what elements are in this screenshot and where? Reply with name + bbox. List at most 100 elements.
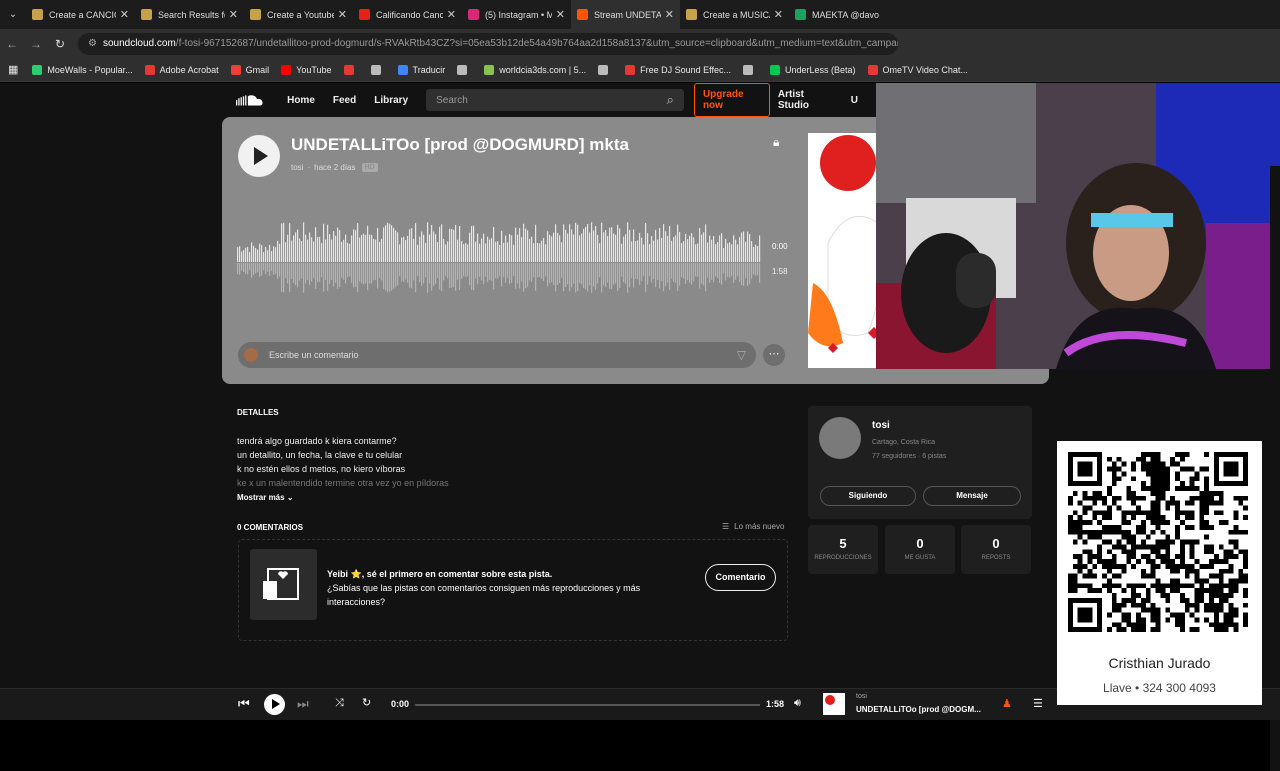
sort-dropdown[interactable]: ☰ Lo más nuevo [722,522,784,531]
waveform[interactable] [237,212,762,302]
qr-module [1102,515,1107,521]
message-button[interactable]: Mensaje [923,486,1021,506]
browser-tab[interactable]: MAEKTA @davo [789,0,898,29]
bookmark-item[interactable]: YouTube [281,64,332,75]
waveform-reflection [407,263,409,283]
bookmark-item[interactable] [598,64,613,75]
browser-tab[interactable]: Calificando Canci ✕ [353,0,462,29]
player-artwork[interactable] [823,693,845,715]
qr-module [1213,612,1219,618]
browser-tab[interactable]: Create a CANCIÓ ✕ [26,0,135,29]
tab-close-icon[interactable]: ✕ [229,8,238,21]
tab-close-icon[interactable]: ✕ [338,8,347,21]
waveform-bar [569,224,571,262]
tab-close-icon[interactable]: ✕ [774,8,783,21]
bookmark-item[interactable] [370,64,386,75]
bookmark-item[interactable]: Free DJ Sound Effec... [625,64,731,75]
url-field[interactable]: ⚙ soundcloud.com/f-tosi-967152687/undeta… [78,32,898,55]
waveform-bar [711,239,713,262]
nav-home[interactable]: Home [287,95,315,106]
upgrade-button[interactable]: Upgrade now [693,83,770,117]
following-button[interactable]: Siguiendo [820,486,916,506]
waveform-reflection [343,263,345,280]
tab-close-icon[interactable]: ✕ [447,8,456,21]
player-track-title[interactable]: UNDETALLiTOo [prod @DOGM... [856,705,981,714]
tab-close-icon[interactable]: ✕ [120,8,129,21]
search-icon[interactable]: ⌕ [667,92,674,108]
browser-tab[interactable]: Create a MUSICA ✕ [680,0,789,29]
bookmark-item[interactable]: Gmail [230,64,269,75]
waveform-reflection [309,263,311,286]
nav-library[interactable]: Library [374,95,408,106]
qr-module [1150,505,1156,511]
tab-close-icon[interactable]: ✕ [665,8,674,21]
waveform-reflection [503,263,505,278]
browser-tab[interactable]: (5) Instagram • M ✕ [462,0,571,29]
tab-close-icon[interactable]: ✕ [556,8,565,21]
player-artist[interactable]: tosi [856,693,867,700]
waveform-bar [321,243,323,262]
repeat-icon[interactable]: ↻ [362,696,371,709]
waveform-bar [351,235,353,262]
waveform-reflection [749,263,751,284]
shuffle-icon[interactable]: ⤨ [335,697,344,710]
qr-module [1121,515,1127,521]
waveform-bar [715,244,717,262]
qr-module [1111,481,1117,487]
waveform-reflection [253,263,255,276]
previous-icon[interactable]: ⏮ [238,696,250,712]
nav-upload[interactable]: U [851,95,858,106]
artist-studio-link[interactable]: Artist Studio [778,89,833,111]
bookmark-item[interactable] [743,64,758,75]
likes-stat[interactable]: 0 ME GUSTA [885,525,955,574]
apps-grid-icon[interactable]: ▦ [8,63,18,76]
waveform-bar [339,230,341,262]
tab-list-chevron-icon[interactable]: ⌄ [0,9,26,20]
bookmark-item[interactable]: worldcia3ds.com | 5... [484,64,586,75]
back-icon[interactable]: ← [0,37,24,51]
follow-user-icon[interactable]: ♟ [1002,697,1012,710]
send-comment-icon[interactable]: ▽ [737,348,746,362]
bookmark-item[interactable]: UnderLess (Beta) [770,64,856,75]
artist-avatar[interactable] [819,417,861,459]
search-input[interactable]: Search ⌕ [426,89,684,111]
qr-module [1082,539,1088,545]
waveform-bar [745,241,747,262]
comment-input[interactable]: Escribe un comentario ▽ [238,342,756,368]
browser-tab-active[interactable]: Stream UNDETAL ✕ [571,0,680,29]
next-icon[interactable]: ⏭ [297,696,309,712]
track-artist[interactable]: tosi [291,163,303,172]
reload-icon[interactable]: ↻ [48,37,72,51]
qr-module [1179,520,1185,525]
more-options-button[interactable]: ⋯ [763,344,785,366]
bookmark-item[interactable]: MoeWalls - Popular... [32,64,133,75]
waveform-bar [493,226,495,262]
artist-name[interactable]: tosi [872,420,890,431]
waveform-reflection [643,263,645,277]
soundcloud-logo-icon[interactable] [236,93,267,107]
show-more-link[interactable]: Mostrar más ⌄ [237,493,294,502]
reposts-stat[interactable]: 0 REPOSTS [961,525,1031,574]
bookmark-item[interactable]: Traducir [397,64,445,75]
play-pause-button[interactable] [264,694,285,715]
nav-feed[interactable]: Feed [333,95,356,106]
volume-icon[interactable]: 🔊︎ [794,697,801,710]
qr-module [1228,612,1234,618]
waveform-bar [335,235,337,262]
waveform-bar [385,225,387,262]
queue-icon[interactable]: ☰ [1033,697,1043,710]
player-progress-bar[interactable] [415,704,760,706]
comment-button[interactable]: Comentario [705,564,776,591]
page-scrollbar[interactable] [1270,166,1280,771]
waveform-bar [545,244,547,262]
qr-module [1111,529,1117,535]
browser-tab[interactable]: Search Results fo ✕ [135,0,244,29]
forward-icon[interactable]: → [24,37,48,51]
browser-tab[interactable]: Create a Youtube ✕ [244,0,353,29]
bookmark-item[interactable]: OmeTV Video Chat... [867,64,968,75]
bookmark-item[interactable] [457,64,472,75]
play-button[interactable] [238,135,280,177]
site-info-icon[interactable]: ⚙ [88,38,97,49]
bookmark-item[interactable] [343,64,359,75]
bookmark-item[interactable]: Adobe Acrobat [144,64,219,75]
